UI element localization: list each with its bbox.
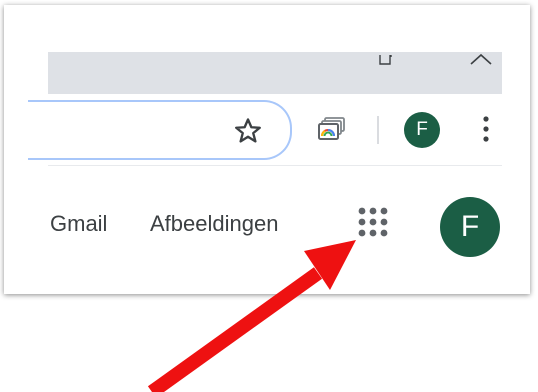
chevron-up-icon[interactable] — [468, 52, 494, 66]
gmail-link[interactable]: Gmail — [50, 211, 107, 237]
toolbar-divider — [377, 116, 379, 144]
window-restore-icon[interactable] — [379, 55, 393, 65]
images-link[interactable]: Afbeeldingen — [150, 211, 278, 237]
google-apps-icon[interactable] — [356, 205, 390, 239]
google-header-bar: Gmail Afbeeldingen F — [48, 173, 502, 283]
toolbar-separator — [48, 165, 502, 166]
screenshot-stage: F Gmail Afbeeldingen F — [0, 0, 538, 392]
profile-initial: F — [416, 119, 428, 140]
cast-icon[interactable] — [317, 116, 347, 142]
account-initial: F — [460, 210, 480, 243]
star-icon[interactable] — [233, 116, 263, 146]
browser-window: F Gmail Afbeeldingen F — [4, 5, 530, 294]
profile-avatar-button[interactable]: F — [404, 112, 440, 148]
title-bar — [48, 52, 502, 94]
kebab-menu-icon[interactable] — [482, 114, 490, 144]
google-account-avatar[interactable]: F — [440, 197, 500, 257]
address-bar[interactable] — [28, 100, 292, 160]
browser-toolbar: F — [28, 94, 502, 164]
